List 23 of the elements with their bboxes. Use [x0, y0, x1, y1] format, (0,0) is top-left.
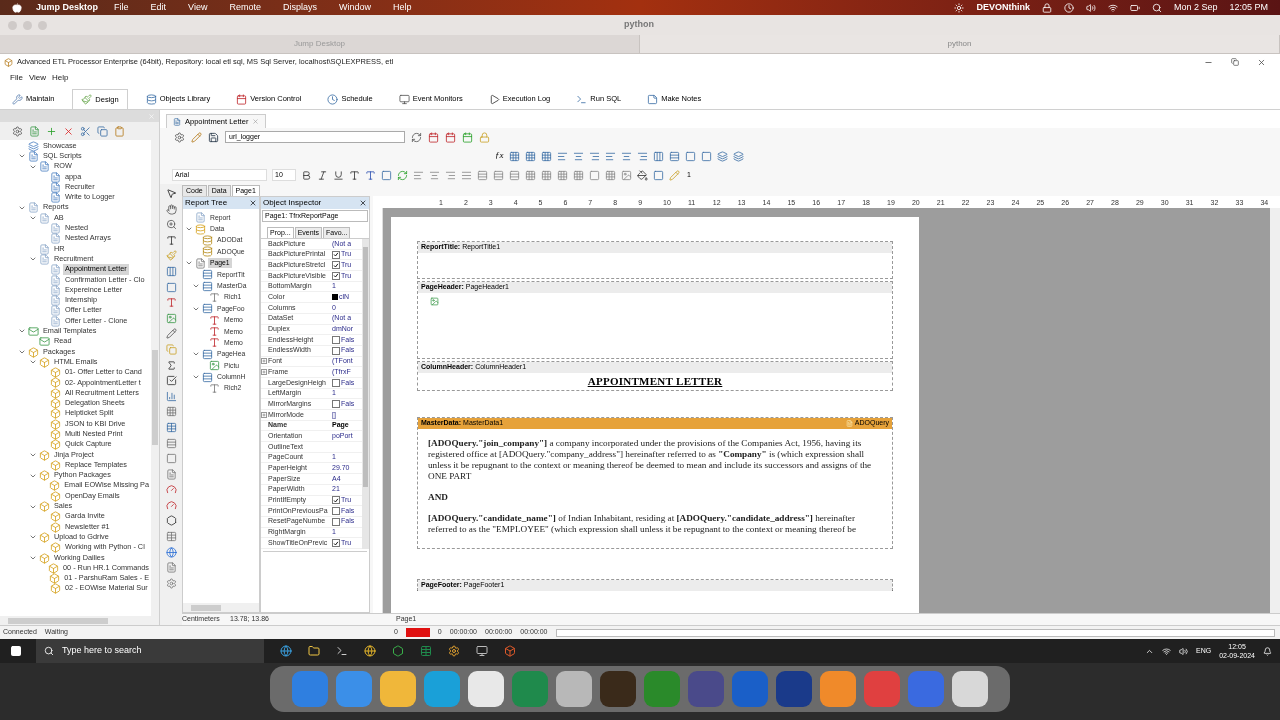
menu-item[interactable]: Displays — [282, 0, 317, 15]
menu-app-name[interactable]: Jump Desktop — [36, 0, 98, 15]
menu-item[interactable]: Help — [52, 72, 69, 84]
menu-time[interactable]: 12:05 PM — [1229, 0, 1268, 15]
menu-item[interactable]: View — [188, 0, 208, 15]
paragraph: [ADOQuery."candidate_name"] of Indian Inhabitant, residing at [ADOQuery."candidate_address"] hereinafter referred to as the "EMPLOYEE" (which expression shall unless it be repugnant to the context or meaning thereof be — [428, 513, 857, 535]
window-title: python — [624, 18, 654, 32]
panel-header: Report Tree — [183, 197, 259, 209]
menu-extra[interactable]: DEVONthink — [976, 0, 1030, 15]
menu-item[interactable]: File — [10, 72, 23, 84]
menu-item[interactable]: File — [114, 0, 129, 15]
menu-item[interactable]: Help — [392, 0, 412, 15]
menu-item[interactable]: View — [28, 72, 47, 84]
menu-item[interactable]: Edit — [150, 0, 167, 15]
panel-header: Object Inspector — [261, 197, 369, 209]
letter-heading[interactable]: APPOINTMENT LETTER — [587, 373, 723, 390]
formula-button[interactable]: ƒx — [495, 149, 504, 163]
paragraph: [ADOQuery."join_company"] a company incorporated under the provisions of the Companies Act, 1956, having its registered office at [ADOQuery."company_address"] hereinafter referred to as "Company" is (which expression shall unless it be repugnant to the context or meaning thereof be deemed to mean and include its successors and assigns of the ONE PART — [428, 438, 873, 482]
taskbar-search[interactable]: Type here to search — [36, 639, 264, 663]
menu-item[interactable]: Remote — [229, 0, 261, 15]
paragraph-heading: AND — [428, 492, 449, 503]
menu-item[interactable]: Window — [338, 0, 371, 15]
menu-date[interactable]: Mon 2 Sep — [1173, 0, 1218, 15]
